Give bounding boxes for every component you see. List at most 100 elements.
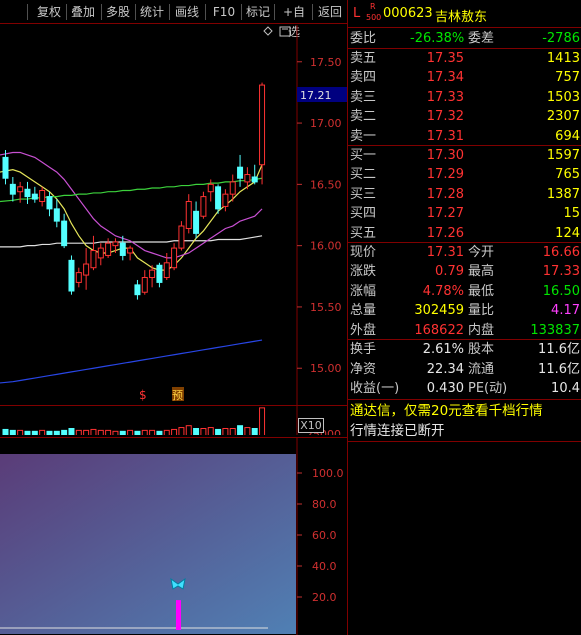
candle-up[interactable]: [112, 241, 119, 247]
draw-line-button[interactable]: 画线: [172, 2, 202, 22]
volume-bar[interactable]: [251, 428, 258, 436]
candle-up[interactable]: [200, 196, 207, 217]
volume-bar[interactable]: [200, 428, 207, 436]
volume-bar[interactable]: [61, 429, 68, 435]
mark-button[interactable]: 标记: [244, 2, 272, 22]
candle-up[interactable]: [90, 250, 97, 269]
ask-row[interactable]: 卖三 17.33 1503: [348, 88, 581, 107]
volume-bar[interactable]: [259, 407, 266, 435]
volume-chart[interactable]: 25000: [0, 405, 347, 435]
volume-bar[interactable]: [31, 430, 38, 435]
candle-up[interactable]: [171, 247, 178, 269]
candle-down[interactable]: [24, 188, 31, 198]
candle-down[interactable]: [193, 210, 200, 234]
candle-down[interactable]: [2, 156, 9, 179]
volume-bar[interactable]: [105, 429, 112, 435]
candle-up[interactable]: [185, 201, 192, 229]
candle-up[interactable]: [97, 247, 104, 259]
candle-up[interactable]: [149, 269, 156, 279]
forecast-marker[interactable]: 预: [172, 389, 183, 402]
volume-bar[interactable]: [193, 428, 200, 436]
volume-bar[interactable]: [229, 428, 236, 436]
candle-up[interactable]: [39, 189, 46, 203]
candle-up[interactable]: [83, 263, 90, 276]
volume-bar[interactable]: [163, 429, 170, 435]
candle-down[interactable]: [46, 196, 53, 210]
candle-down[interactable]: [9, 183, 16, 195]
candle-down[interactable]: [251, 176, 258, 183]
ask-row[interactable]: 卖五 17.35 1413: [348, 49, 581, 68]
candle-up[interactable]: [222, 193, 229, 207]
dollar-marker[interactable]: $: [139, 388, 147, 402]
volume-bar[interactable]: [171, 428, 178, 435]
candle-up[interactable]: [75, 272, 82, 283]
candle-down[interactable]: [119, 242, 126, 256]
candle-down[interactable]: [61, 220, 68, 247]
volume-bar[interactable]: [207, 427, 214, 435]
volume-bar[interactable]: [119, 430, 126, 435]
volume-bar[interactable]: [75, 429, 82, 435]
promo-banner[interactable]: 通达信，仅需20元查看千档行情: [348, 401, 581, 421]
statistics-button[interactable]: 统计: [138, 2, 166, 22]
bid-row[interactable]: 买五 17.26 124: [348, 224, 581, 243]
volume-bar[interactable]: [244, 427, 251, 435]
volume-bar[interactable]: [97, 429, 104, 435]
bid-row[interactable]: 买一 17.30 1597: [348, 146, 581, 165]
restore-rights-button[interactable]: 复权: [34, 2, 64, 22]
candle-up[interactable]: [127, 247, 134, 254]
volume-bar[interactable]: [39, 429, 46, 435]
volume-bar[interactable]: [68, 428, 75, 436]
candle-up[interactable]: [163, 262, 170, 279]
volume-bar[interactable]: [141, 429, 148, 435]
candle-up[interactable]: [207, 183, 214, 193]
volume-bar[interactable]: [53, 430, 60, 435]
indicator-chart[interactable]: 100.0 80.0 60.0 40.0 20.0: [0, 437, 347, 635]
add-watchlist-button[interactable]: +自选: [277, 2, 311, 39]
promo-text[interactable]: 通达信，仅需20元查看千档行情: [350, 401, 543, 421]
volume-bar[interactable]: [2, 428, 9, 435]
volume-bar[interactable]: [24, 430, 31, 435]
volume-bar[interactable]: [185, 425, 192, 435]
ask-row[interactable]: 卖一 17.31 694: [348, 127, 581, 146]
f10-button[interactable]: F10: [209, 2, 239, 22]
volume-bar[interactable]: [237, 425, 244, 435]
bid-row[interactable]: 买三 17.28 1387: [348, 185, 581, 204]
volume-bar[interactable]: [222, 428, 229, 436]
ask-row[interactable]: 卖四 17.34 757: [348, 68, 581, 87]
candle-down[interactable]: [31, 193, 38, 200]
volume-bar[interactable]: [17, 429, 24, 435]
overlay-button[interactable]: 叠加: [68, 2, 98, 22]
bid-row[interactable]: 买二 17.29 765: [348, 165, 581, 184]
candle-up[interactable]: [17, 186, 24, 193]
candle-down[interactable]: [237, 166, 244, 179]
candle-down[interactable]: [53, 208, 60, 222]
candle-down[interactable]: [215, 186, 222, 210]
candle-up[interactable]: [141, 277, 148, 293]
candle-up[interactable]: [229, 181, 236, 195]
ask-row[interactable]: 卖二 17.32 2307: [348, 107, 581, 126]
multi-stock-button[interactable]: 多股: [104, 2, 132, 22]
candle-down[interactable]: [68, 259, 75, 292]
volume-bar[interactable]: [90, 428, 97, 435]
candle-down[interactable]: [134, 284, 141, 296]
kline-chart[interactable]: 17.50 17.00 16.50 16.00 15.50 15.00 17.21 $ 预: [0, 25, 347, 405]
volume-bar[interactable]: [83, 429, 90, 435]
candle-down[interactable]: [156, 264, 163, 283]
volume-bar[interactable]: [46, 430, 53, 435]
candle-up[interactable]: [259, 84, 266, 166]
volume-bar[interactable]: [215, 428, 222, 435]
diamond-icon[interactable]: [263, 26, 273, 36]
volume-bar[interactable]: [156, 430, 163, 435]
volume-bar[interactable]: [149, 429, 156, 435]
volume-bar[interactable]: [127, 429, 134, 435]
volume-bar[interactable]: [134, 430, 141, 435]
candle-up[interactable]: [244, 174, 251, 183]
candle-up[interactable]: [105, 242, 112, 256]
bid-row[interactable]: 买四 17.27 15: [348, 204, 581, 223]
volume-bar[interactable]: [9, 429, 16, 435]
back-button[interactable]: 返回: [315, 2, 345, 22]
volume-bar[interactable]: [112, 430, 119, 435]
volume-bar[interactable]: [178, 427, 185, 435]
candle-up[interactable]: [178, 225, 185, 249]
expand-icon[interactable]: [279, 26, 291, 37]
